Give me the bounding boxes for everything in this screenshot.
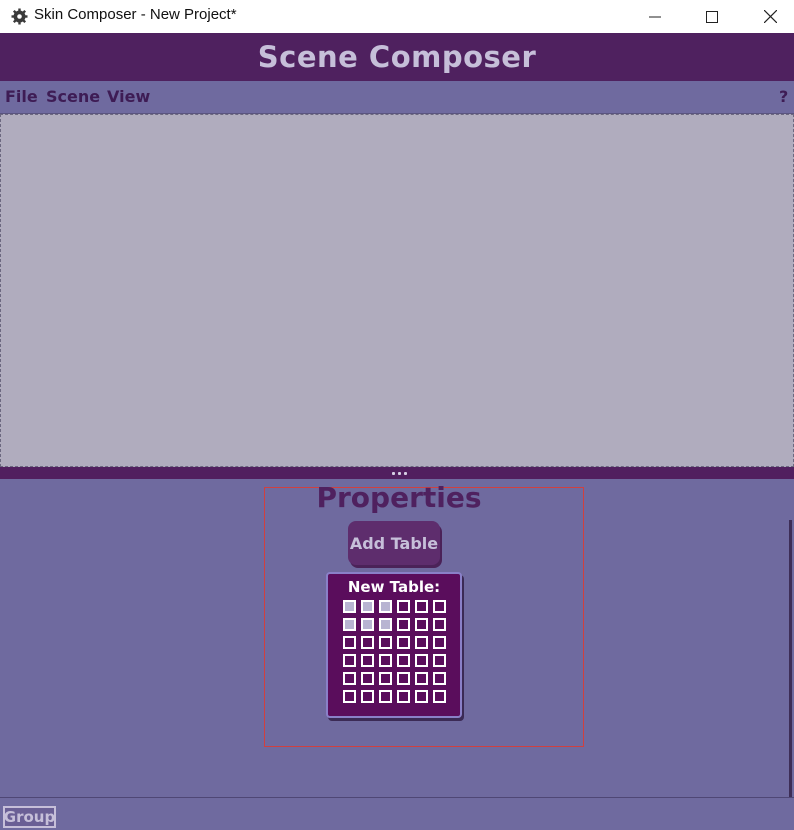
new-table-label: New Table:	[347, 578, 441, 596]
table-grid-cell[interactable]	[433, 636, 446, 649]
maximize-icon	[706, 10, 718, 23]
close-icon	[763, 10, 777, 23]
window-title: Skin Composer - New Project*	[34, 6, 237, 23]
scene-preview[interactable]	[0, 114, 794, 467]
table-grid-cell[interactable]	[415, 636, 428, 649]
table-grid-cell[interactable]	[397, 600, 410, 613]
group-button[interactable]: Group	[3, 806, 56, 828]
table-grid-cell[interactable]	[361, 654, 374, 667]
table-grid-cell[interactable]	[397, 654, 410, 667]
bottom-bar	[0, 797, 794, 830]
table-grid-cell[interactable]	[343, 618, 356, 631]
table-grid-cell[interactable]	[415, 672, 428, 685]
panel-splitter[interactable]	[0, 467, 794, 479]
table-grid-cell[interactable]	[415, 654, 428, 667]
table-grid-cell[interactable]	[433, 672, 446, 685]
table-grid-cell[interactable]	[397, 690, 410, 703]
menu-file[interactable]: File	[5, 87, 38, 106]
table-grid-cell[interactable]	[379, 618, 392, 631]
add-table-button[interactable]: Add Table	[348, 521, 440, 565]
table-grid-cell[interactable]	[343, 636, 356, 649]
properties-title: Properties	[316, 481, 482, 514]
table-grid-cell[interactable]	[397, 636, 410, 649]
new-table-popup: New Table:	[326, 572, 462, 718]
table-grid-cell[interactable]	[415, 690, 428, 703]
menu-view[interactable]: View	[107, 87, 150, 106]
table-grid-cell[interactable]	[433, 618, 446, 631]
app-gear-icon	[11, 8, 28, 25]
table-grid-cell[interactable]	[379, 600, 392, 613]
table-grid-cell[interactable]	[343, 654, 356, 667]
table-grid-cell[interactable]	[343, 690, 356, 703]
table-grid-cell[interactable]	[379, 672, 392, 685]
table-grid-cell[interactable]	[361, 600, 374, 613]
app-title: Scene Composer	[257, 40, 537, 74]
maximize-button[interactable]	[683, 0, 741, 33]
vertical-scrollbar[interactable]	[789, 520, 792, 798]
table-grid-cell[interactable]	[397, 618, 410, 631]
table-grid-cell[interactable]	[415, 618, 428, 631]
menu-bar: File Scene View ?	[0, 81, 794, 114]
table-grid-cell[interactable]	[361, 618, 374, 631]
table-grid-cell[interactable]	[379, 636, 392, 649]
table-grid-cell[interactable]	[361, 672, 374, 685]
table-grid-cell[interactable]	[379, 654, 392, 667]
table-grid-cell[interactable]	[433, 600, 446, 613]
table-grid-cell[interactable]	[379, 690, 392, 703]
minimize-button[interactable]	[626, 0, 684, 33]
table-grid-cell[interactable]	[361, 636, 374, 649]
close-button[interactable]	[741, 0, 794, 33]
table-grid-cell[interactable]	[433, 654, 446, 667]
table-grid-cell[interactable]	[343, 672, 356, 685]
table-grid-cell[interactable]	[343, 600, 356, 613]
help-button[interactable]: ?	[779, 87, 788, 106]
menu-scene[interactable]: Scene	[46, 87, 100, 106]
table-grid-cell[interactable]	[433, 690, 446, 703]
table-grid-cell[interactable]	[361, 690, 374, 703]
minimize-icon	[649, 16, 661, 17]
splitter-grip-dot	[404, 472, 407, 475]
splitter-grip-dot	[392, 472, 395, 475]
window-titlebar: Skin Composer - New Project*	[0, 0, 794, 33]
splitter-grip-dot	[398, 472, 401, 475]
table-grid-cell[interactable]	[397, 672, 410, 685]
table-grid-cell[interactable]	[415, 600, 428, 613]
app-header: Scene Composer	[0, 33, 794, 81]
